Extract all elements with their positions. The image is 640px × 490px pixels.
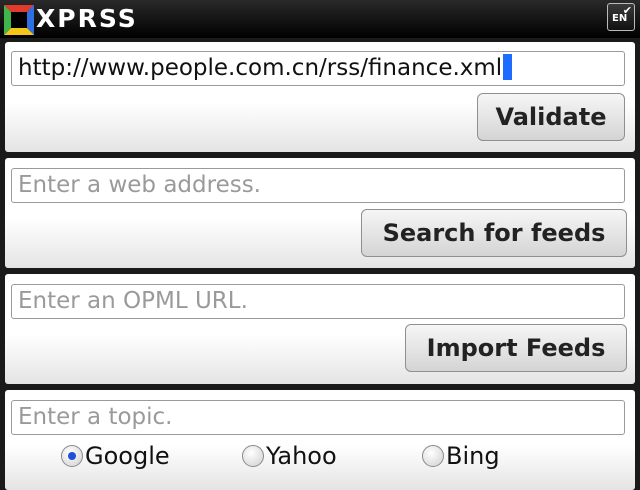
opml-url-input[interactable]: Enter an OPML URL. [11, 284, 625, 319]
feed-url-value: http://www.people.com.cn/rss/finance.xml [18, 55, 503, 81]
search-panel: Enter a web address. Search for feeds [5, 158, 635, 268]
validate-panel: http://www.people.com.cn/rss/finance.xml… [5, 42, 635, 152]
import-feeds-button[interactable]: Import Feeds [405, 324, 627, 372]
radio-yahoo[interactable]: Yahoo [242, 439, 372, 473]
check-icon: ✔ [622, 4, 632, 17]
validate-button[interactable]: Validate [477, 93, 625, 141]
app-title: XPRSS [36, 4, 138, 33]
radio-bing[interactable]: Bing [422, 439, 552, 473]
search-engine-options: Google Yahoo Bing [5, 439, 635, 473]
radio-label-google: Google [85, 442, 170, 470]
radio-label-yahoo: Yahoo [266, 442, 337, 470]
opml-panel: Enter an OPML URL. Import Feeds [5, 274, 635, 384]
web-address-input[interactable]: Enter a web address. [11, 168, 625, 203]
radio-button [242, 445, 264, 467]
feed-url-input[interactable]: http://www.people.com.cn/rss/finance.xml [11, 51, 625, 86]
web-address-placeholder: Enter a web address. [18, 172, 261, 198]
radio-google[interactable]: Google [61, 439, 191, 473]
topic-panel: Enter a topic. Google Yahoo Bing [5, 390, 635, 490]
language-button[interactable]: EN ✔ [607, 3, 635, 31]
radio-label-bing: Bing [446, 442, 500, 470]
radio-button [422, 445, 444, 467]
radio-dot [68, 452, 76, 460]
opml-url-placeholder: Enter an OPML URL. [18, 288, 248, 314]
text-cursor [503, 54, 513, 80]
search-feeds-button[interactable]: Search for feeds [361, 209, 627, 257]
xprss-logo-icon [4, 5, 34, 35]
topic-input[interactable]: Enter a topic. [11, 400, 625, 435]
topic-placeholder: Enter a topic. [18, 404, 173, 430]
radio-button-selected [61, 445, 83, 467]
title-bar: XPRSS EN ✔ [0, 0, 640, 38]
